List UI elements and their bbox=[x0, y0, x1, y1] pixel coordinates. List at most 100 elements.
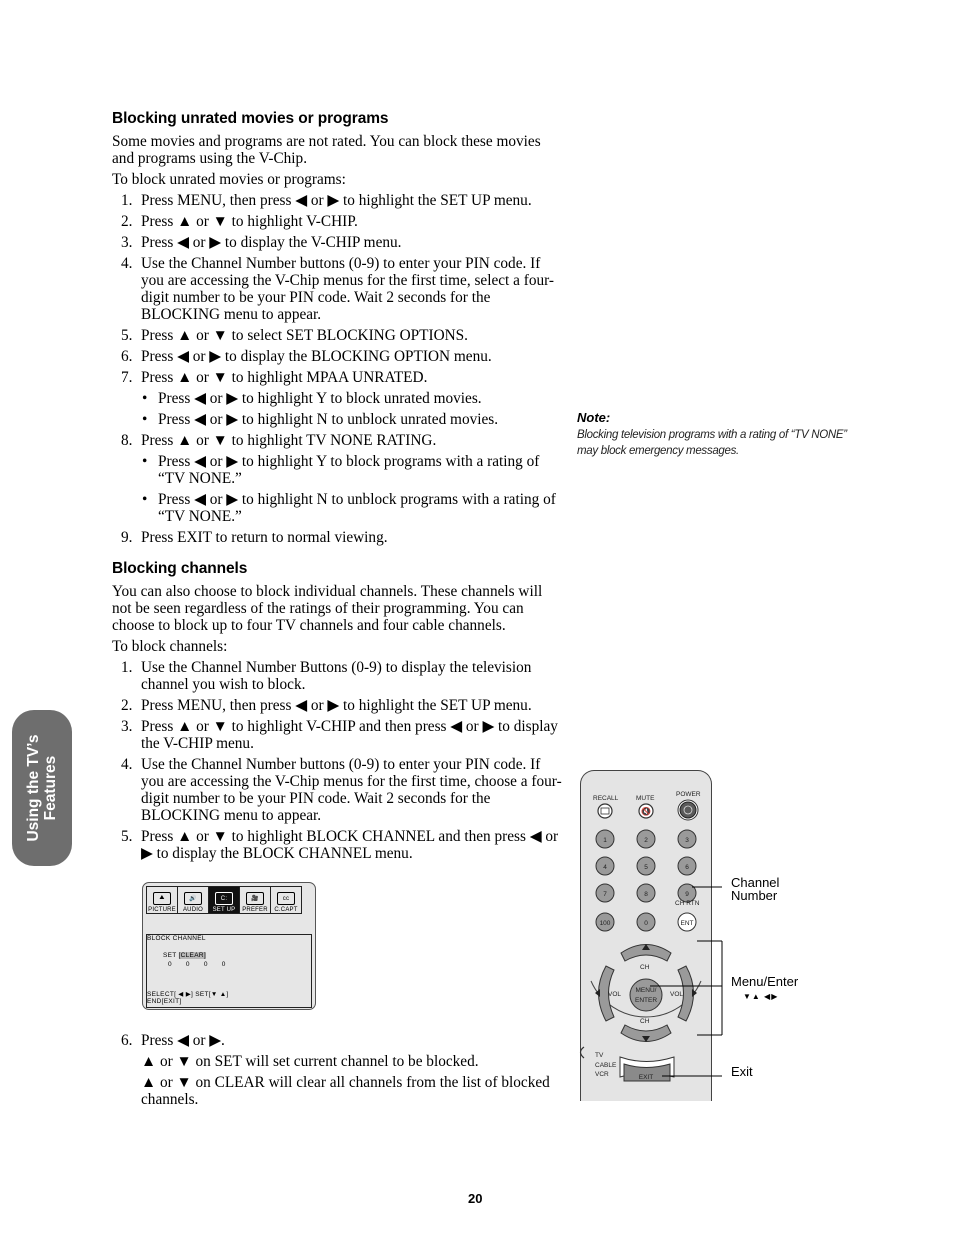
block-channel-osd-screen: ⛰ PICTURE 🔊 AUDIO C: SET UP 🎥 PREFER cc C.CAPT BL… bbox=[142, 882, 316, 1010]
osd-block-channel-panel: BLOCK CHANNEL SET [CLEAR] 0 0 0 0 SELECT[ ◀… bbox=[146, 934, 312, 1008]
step-number: 1. bbox=[121, 192, 133, 209]
step-text: Press ◀ or ▶ to display the V-CHIP menu. bbox=[141, 234, 402, 251]
step-text: Press ◀ or ▶ to display the BLOCKING OPT… bbox=[141, 348, 492, 365]
note-title: Note: bbox=[577, 410, 611, 425]
section-heading-unrated: Blocking unrated movies or programs bbox=[112, 110, 389, 127]
page-number: 20 bbox=[468, 1191, 483, 1206]
step-number: 3. bbox=[121, 718, 133, 735]
section-heading-channels: Blocking channels bbox=[112, 560, 248, 577]
osd-blocked-channel-slot: 0 bbox=[221, 961, 226, 968]
section-intro-channels: You can also choose to block individual … bbox=[112, 583, 543, 634]
step-item: 1. Use the Channel Number Buttons (0-9) t… bbox=[112, 659, 562, 693]
remote-control-illustration: RECALL MUTE 🔇 POWER 1 2 3 4 5 6 7 8 9 100 0 ENT CH … bbox=[575, 765, 835, 1101]
step-item: 2. Press ▲ or ▼ to highlight V-CHIP. bbox=[112, 213, 562, 230]
cc-icon: cc bbox=[277, 892, 295, 905]
step-number: 3. bbox=[121, 234, 133, 251]
step-number: 5. bbox=[121, 327, 133, 344]
speaker-icon: 🔊 bbox=[184, 892, 202, 905]
step-subpara-clear: ▲ or ▼ on CLEAR will clear all channels … bbox=[141, 1074, 550, 1108]
osd-set-option: SET bbox=[163, 952, 177, 959]
step-text: Press ▲ or ▼ to highlight TV NONE RATING… bbox=[141, 432, 437, 449]
step-item: 4. Use the Channel Number buttons (0-9) t… bbox=[112, 756, 562, 824]
side-tab-line-2: Features bbox=[42, 755, 59, 821]
step-text: Use the Channel Number buttons (0-9) to … bbox=[141, 255, 555, 323]
step-subpara-set: ▲ or ▼ on SET will set current channel t… bbox=[141, 1053, 479, 1070]
osd-tab-label: C.CAPT bbox=[274, 907, 298, 913]
steps-list-unrated: 1. Press MENU, then press ◀ or ▶ to highl… bbox=[112, 192, 562, 546]
picture-icon: ⛰ bbox=[153, 892, 171, 905]
step-text: Use the Channel Number buttons (0-9) to … bbox=[141, 756, 562, 824]
osd-tab-label: PREFER bbox=[242, 907, 268, 913]
osd-blocked-channel-slot: 0 bbox=[185, 961, 190, 968]
section-side-tab: Using the TV’s Features bbox=[12, 710, 72, 866]
callout-exit: Exit bbox=[731, 1064, 753, 1079]
bullet-item: Press ◀ or ▶ to highlight Y to block pro… bbox=[141, 453, 562, 487]
camera-icon: 🎥 bbox=[246, 892, 264, 905]
osd-tab-prefer[interactable]: 🎥 PREFER bbox=[240, 887, 271, 913]
step-number: 6. bbox=[121, 1032, 133, 1049]
step-number: 2. bbox=[121, 697, 133, 714]
step-text: Press ▲ or ▼ to select SET BLOCKING OPTI… bbox=[141, 327, 469, 344]
step-number: 2. bbox=[121, 213, 133, 230]
step-item: 3. Press ◀ or ▶ to display the V-CHIP men… bbox=[112, 234, 562, 251]
side-tab-label: Using the TV’s Features bbox=[25, 734, 59, 841]
steps-list-channels-continued: 6. Press ◀ or ▶. ▲ or ▼ on SET will set … bbox=[112, 1032, 562, 1108]
step-number: 4. bbox=[121, 255, 133, 272]
step-bullet-list: Press ◀ or ▶ to highlight Y to block pro… bbox=[141, 453, 562, 525]
callout-channel-number: Channel Number bbox=[731, 876, 779, 902]
step-item: 7. Press ▲ or ▼ to highlight MPAA UNRATED… bbox=[112, 369, 562, 428]
step-item: 9. Press EXIT to return to normal viewing… bbox=[112, 529, 562, 546]
step-item: 3. Press ▲ or ▼ to highlight V-CHIP and t… bbox=[112, 718, 562, 752]
osd-tab-c-capt[interactable]: cc C.CAPT bbox=[271, 887, 301, 913]
callout-lines bbox=[650, 886, 723, 1077]
step-text: Press MENU, then press ◀ or ▶ to highlig… bbox=[141, 192, 532, 209]
step-bullet-list: Press ◀ or ▶ to highlight Y to block unr… bbox=[141, 390, 562, 428]
step-number: 5. bbox=[121, 828, 133, 845]
osd-clear-option: [CLEAR] bbox=[178, 952, 206, 959]
note-text: Blocking television programs with a rati… bbox=[577, 429, 847, 457]
section-lead-unrated: To block unrated movies or programs: bbox=[112, 171, 346, 188]
step-text: Press ◀ or ▶. bbox=[141, 1032, 225, 1049]
step-number: 9. bbox=[121, 529, 133, 546]
osd-tab-set-up[interactable]: C: SET UP bbox=[209, 887, 240, 913]
osd-tab-label: AUDIO bbox=[182, 907, 203, 913]
bullet-item: Press ◀ or ▶ to highlight N to unblock p… bbox=[141, 491, 562, 525]
step-number: 4. bbox=[121, 756, 133, 773]
section-intro-unrated: Some movies and programs are not rated. … bbox=[112, 133, 541, 167]
osd-blocked-channels: 0 0 0 0 bbox=[168, 961, 226, 968]
osd-end-hint: END[EXIT] bbox=[147, 998, 182, 1005]
step-item: 5. Press ▲ or ▼ to highlight BLOCK CHANNE… bbox=[112, 828, 562, 862]
osd-tab-label: SET UP bbox=[212, 907, 236, 913]
step-text: Press ▲ or ▼ to highlight BLOCK CHANNEL … bbox=[141, 828, 559, 862]
bullet-item: Press ◀ or ▶ to highlight Y to block unr… bbox=[141, 390, 562, 407]
step-item: 6. Press ◀ or ▶ to display the BLOCKING O… bbox=[112, 348, 562, 365]
step-text: Press ▲ or ▼ to highlight V-CHIP and the… bbox=[141, 718, 558, 752]
osd-tab-picture[interactable]: ⛰ PICTURE bbox=[147, 887, 178, 913]
callout-menu-enter: Menu/Enter ▼▲ ◀▶ bbox=[731, 975, 798, 1003]
osd-menu-tabs: ⛰ PICTURE 🔊 AUDIO C: SET UP 🎥 PREFER cc C.CAPT bbox=[146, 886, 302, 914]
step-text: Press MENU, then press ◀ or ▶ to highlig… bbox=[141, 697, 532, 714]
osd-select-hint: SELECT[ ◀ ▶] SET[▼ ▲] bbox=[147, 991, 229, 998]
callout-menu-enter-label: Menu/Enter bbox=[731, 974, 799, 989]
step-text: Press ▲ or ▼ to highlight MPAA UNRATED. bbox=[141, 369, 428, 386]
step-item: 2. Press MENU, then press ◀ or ▶ to highl… bbox=[112, 697, 562, 714]
osd-tab-label: PICTURE bbox=[148, 907, 176, 913]
main-column: Blocking unrated movies or programs Some… bbox=[112, 110, 562, 1112]
step-text: Press ▲ or ▼ to highlight V-CHIP. bbox=[141, 213, 358, 230]
callout-channel-line2: Number bbox=[731, 888, 778, 903]
tv-setup-icon: C: bbox=[215, 892, 233, 905]
step-item: 4. Use the Channel Number buttons (0-9) t… bbox=[112, 255, 562, 323]
step-text: Use the Channel Number Buttons (0-9) to … bbox=[141, 659, 532, 693]
step-item: 6. Press ◀ or ▶. ▲ or ▼ on SET will set … bbox=[112, 1032, 562, 1108]
osd-set-clear-row: SET [CLEAR] bbox=[163, 952, 206, 959]
note-box: Note: Blocking television programs with … bbox=[577, 410, 847, 459]
osd-blocked-channel-slot: 0 bbox=[203, 961, 208, 968]
osd-tab-audio[interactable]: 🔊 AUDIO bbox=[178, 887, 209, 913]
steps-list-channels: 1. Use the Channel Number Buttons (0-9) t… bbox=[112, 659, 562, 862]
side-tab-line-1: Using the TV’s bbox=[25, 734, 42, 842]
step-number: 6. bbox=[121, 348, 133, 365]
osd-panel-title: BLOCK CHANNEL bbox=[147, 935, 206, 942]
step-item: 8. Press ▲ or ▼ to highlight TV NONE RATI… bbox=[112, 432, 562, 525]
step-number: 1. bbox=[121, 659, 133, 676]
section-lead-channels: To block channels: bbox=[112, 638, 228, 655]
